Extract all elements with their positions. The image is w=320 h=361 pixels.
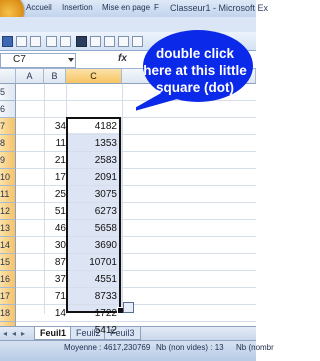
row-header[interactable]: 12 [0,203,16,220]
save-icon[interactable] [2,36,13,47]
callout-line-3: square (dot) [155,80,234,95]
name-box[interactable]: C7 [0,53,76,68]
row-header[interactable]: 7 [0,118,16,135]
cell-c[interactable]: 1353 [68,135,117,152]
callout-line-1: double click [155,46,235,61]
callout-line-2: here at this little [143,63,247,78]
row-header[interactable]: 13 [0,220,16,237]
preview-icon[interactable] [60,36,71,47]
status-count-numbers: Nb (nombr [236,343,274,352]
row-header[interactable]: 14 [0,237,16,254]
print-icon[interactable] [46,36,57,47]
column-header-c[interactable]: C [66,69,122,84]
row-header[interactable]: 8 [0,135,16,152]
tab-accueil[interactable]: Accueil [26,3,52,12]
callout-text: double click here at this little square … [139,45,251,96]
auto-fill-options-icon[interactable] [123,302,134,313]
next-sheet-icon[interactable]: ▸ [21,329,25,338]
cell-b[interactable]: 14 [44,305,66,322]
tab-mise-en-page[interactable]: Mise en page [102,3,150,12]
cell-b[interactable]: 11 [44,135,66,152]
cell-b[interactable]: 34 [44,118,66,135]
cell-b[interactable]: 46 [44,220,66,237]
paste-icon[interactable] [104,36,115,47]
cell-b[interactable]: 37 [44,271,66,288]
cell-b[interactable]: 21 [44,152,66,169]
cell-c[interactable]: 3075 [68,186,117,203]
cell-c[interactable] [68,101,117,118]
column-header-a[interactable]: A [16,69,44,84]
cell-b[interactable] [44,84,66,101]
cell-c[interactable]: 3690 [68,237,117,254]
column-header-b[interactable]: B [44,69,66,84]
tab-insertion[interactable]: Insertion [62,3,93,12]
cell-c[interactable] [68,84,117,101]
row-header[interactable]: 18 [0,305,16,322]
cell-b[interactable]: 30 [44,237,66,254]
row-header[interactable]: 10 [0,169,16,186]
cell-c[interactable]: 6273 [68,203,117,220]
row-header[interactable]: 16 [0,271,16,288]
row-header[interactable]: 6 [0,101,16,118]
row-header[interactable]: 5 [0,84,16,101]
grid-line [122,84,123,314]
undo-icon[interactable] [16,36,27,47]
row-header[interactable]: 11 [0,186,16,203]
cell-b[interactable]: 71 [44,288,66,305]
cell-c[interactable]: 1722 [68,305,117,322]
cell-b[interactable] [44,101,66,118]
cell-c[interactable]: 2091 [68,169,117,186]
row-header[interactable]: 15 [0,254,16,271]
first-sheet-icon[interactable]: ◂ [3,329,7,338]
cell-b[interactable]: 51 [44,203,66,220]
cell-c[interactable]: 10701 [68,254,117,271]
copy-icon[interactable] [90,36,101,47]
cell-b[interactable]: 87 [44,254,66,271]
cell-b[interactable]: 25 [44,186,66,203]
cell-c[interactable]: 4551 [68,271,117,288]
fx-icon[interactable]: fx [118,53,127,64]
window-title: Classeur1 - Microsoft Ex [170,3,269,13]
sheet-tab-feuil1[interactable]: Feuil1 [34,327,73,340]
cell-c[interactable]: 2583 [68,152,117,169]
cell-b[interactable]: 17 [44,169,66,186]
chevron-down-icon[interactable] [68,58,74,62]
cut-icon[interactable] [76,36,87,47]
cell-c[interactable]: 5658 [68,220,117,237]
row-header[interactable]: 17 [0,288,16,305]
row-header[interactable]: 9 [0,152,16,169]
cell-c[interactable]: 5412 [68,322,117,339]
format-painter-icon[interactable] [118,36,129,47]
status-average: Moyenne : 4617,230769 [64,343,151,352]
status-count-nonempty: Nb (non vides) : 13 [156,343,224,352]
cell-c[interactable]: 8733 [68,288,117,305]
cell-c[interactable]: 4182 [68,118,117,135]
prev-sheet-icon[interactable]: ◂ [12,329,16,338]
name-box-value: C7 [13,54,26,65]
redo-icon[interactable] [30,36,41,47]
tab-formules[interactable]: F [154,3,159,12]
select-all-corner[interactable] [0,69,16,84]
